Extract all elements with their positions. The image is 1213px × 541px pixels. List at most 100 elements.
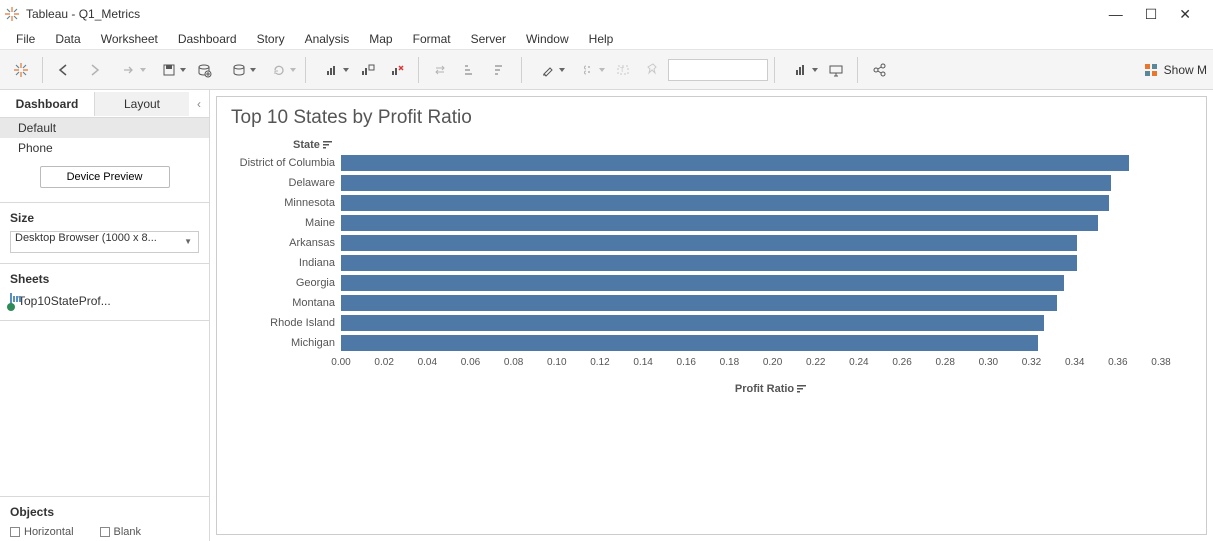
tab-dashboard[interactable]: Dashboard — [0, 92, 94, 116]
device-default[interactable]: Default — [0, 118, 209, 138]
tableau-icon[interactable] — [6, 56, 36, 84]
title-bar: Tableau - Q1_Metrics — ☐ ✕ — [0, 0, 1213, 28]
bar[interactable] — [341, 195, 1109, 211]
x-tick: 0.16 — [677, 357, 696, 368]
menu-file[interactable]: File — [6, 30, 45, 48]
bar-row: Minnesota — [341, 193, 1201, 213]
bar[interactable] — [341, 215, 1098, 231]
sheet-item[interactable]: Top10StateProf... — [10, 292, 199, 310]
duplicate-icon[interactable] — [352, 56, 382, 84]
object-blank[interactable]: Blank — [100, 525, 142, 539]
bar-row: Maine — [341, 213, 1201, 233]
bar-label: Delaware — [231, 177, 341, 189]
menu-analysis[interactable]: Analysis — [295, 30, 360, 48]
menu-help[interactable]: Help — [579, 30, 624, 48]
bar-row: Arkansas — [341, 233, 1201, 253]
separator — [305, 57, 306, 83]
x-tick: 0.28 — [935, 357, 954, 368]
show-labels-icon[interactable]: T — [608, 56, 638, 84]
pause-updates-icon[interactable] — [219, 56, 259, 84]
menu-data[interactable]: Data — [45, 30, 90, 48]
separator — [857, 57, 858, 83]
bar[interactable] — [341, 295, 1057, 311]
size-heading: Size — [10, 211, 199, 225]
bar[interactable] — [341, 175, 1111, 191]
y-axis-title: State — [293, 139, 1192, 151]
x-axis-title: Profit Ratio — [341, 383, 1201, 395]
menu-story[interactable]: Story — [247, 30, 295, 48]
close-icon[interactable]: ✕ — [1179, 6, 1191, 23]
save-icon[interactable] — [149, 56, 189, 84]
highlight-icon[interactable] — [528, 56, 568, 84]
redo-icon[interactable] — [79, 56, 109, 84]
size-select[interactable]: Desktop Browser (1000 x 8... — [10, 231, 199, 253]
bar-label: Michigan — [231, 337, 341, 349]
dashboard-canvas: Top 10 States by Profit Ratio State Dist… — [210, 90, 1213, 541]
new-data-source-icon[interactable] — [189, 56, 219, 84]
bar-label: Rhode Island — [231, 317, 341, 329]
bar[interactable] — [341, 275, 1064, 291]
pin-icon[interactable] — [638, 56, 668, 84]
bar[interactable] — [341, 155, 1129, 171]
objects-heading: Objects — [10, 505, 199, 519]
bar[interactable] — [341, 255, 1077, 271]
x-tick: 0.04 — [418, 357, 437, 368]
device-phone[interactable]: Phone — [0, 138, 209, 158]
share-icon[interactable] — [864, 56, 894, 84]
menu-worksheet[interactable]: Worksheet — [91, 30, 168, 48]
object-horizontal[interactable]: Horizontal — [10, 525, 74, 539]
x-axis: 0.000.020.040.060.080.100.120.140.160.18… — [341, 357, 1201, 373]
presentation-icon[interactable] — [821, 56, 851, 84]
sort-icon — [797, 385, 807, 393]
clear-icon[interactable] — [382, 56, 412, 84]
refresh-icon[interactable] — [259, 56, 299, 84]
fit-icon[interactable] — [781, 56, 821, 84]
maximize-icon[interactable]: ☐ — [1145, 6, 1158, 23]
x-tick: 0.36 — [1108, 357, 1127, 368]
viz-title: Top 10 States by Profit Ratio — [231, 107, 1192, 129]
bar-row: Michigan — [341, 333, 1201, 353]
menu-dashboard[interactable]: Dashboard — [168, 30, 247, 48]
device-preview-button[interactable]: Device Preview — [40, 166, 170, 188]
toolbar-shelf-input[interactable] — [668, 59, 768, 81]
minimize-icon[interactable]: — — [1109, 6, 1123, 23]
bar-label: Montana — [231, 297, 341, 309]
viz-container: Top 10 States by Profit Ratio State Dist… — [216, 96, 1207, 535]
bar[interactable] — [341, 335, 1038, 351]
collapse-sidebar-icon[interactable]: ‹ — [189, 97, 209, 111]
menu-map[interactable]: Map — [359, 30, 402, 48]
bar-row: Indiana — [341, 253, 1201, 273]
tab-layout[interactable]: Layout — [94, 92, 189, 116]
x-tick: 0.02 — [374, 357, 393, 368]
x-tick: 0.38 — [1151, 357, 1170, 368]
sort-desc-icon[interactable] — [485, 56, 515, 84]
x-tick: 0.14 — [633, 357, 652, 368]
bar-label: Indiana — [231, 257, 341, 269]
swap-icon[interactable] — [425, 56, 455, 84]
bar-row: District of Columbia — [341, 153, 1201, 173]
bar-label: Arkansas — [231, 237, 341, 249]
bar-label: Minnesota — [231, 197, 341, 209]
menu-server[interactable]: Server — [461, 30, 516, 48]
bar[interactable] — [341, 235, 1077, 251]
show-me-button[interactable]: Show M — [1144, 63, 1207, 77]
bar[interactable] — [341, 315, 1044, 331]
bar-label: Maine — [231, 217, 341, 229]
new-worksheet-icon[interactable] — [312, 56, 352, 84]
x-tick: 0.08 — [504, 357, 523, 368]
separator — [42, 57, 43, 83]
x-tick: 0.34 — [1065, 357, 1084, 368]
menu-format[interactable]: Format — [403, 30, 461, 48]
bar-row: Delaware — [341, 173, 1201, 193]
x-tick: 0.18 — [720, 357, 739, 368]
sort-asc-icon[interactable] — [455, 56, 485, 84]
bar-label: District of Columbia — [231, 157, 341, 169]
menu-bar: File Data Worksheet Dashboard Story Anal… — [0, 28, 1213, 50]
sheets-heading: Sheets — [10, 272, 199, 286]
x-tick: 0.22 — [806, 357, 825, 368]
x-tick: 0.12 — [590, 357, 609, 368]
group-icon[interactable] — [568, 56, 608, 84]
revert-icon[interactable] — [109, 56, 149, 84]
menu-window[interactable]: Window — [516, 30, 579, 48]
undo-icon[interactable] — [49, 56, 79, 84]
